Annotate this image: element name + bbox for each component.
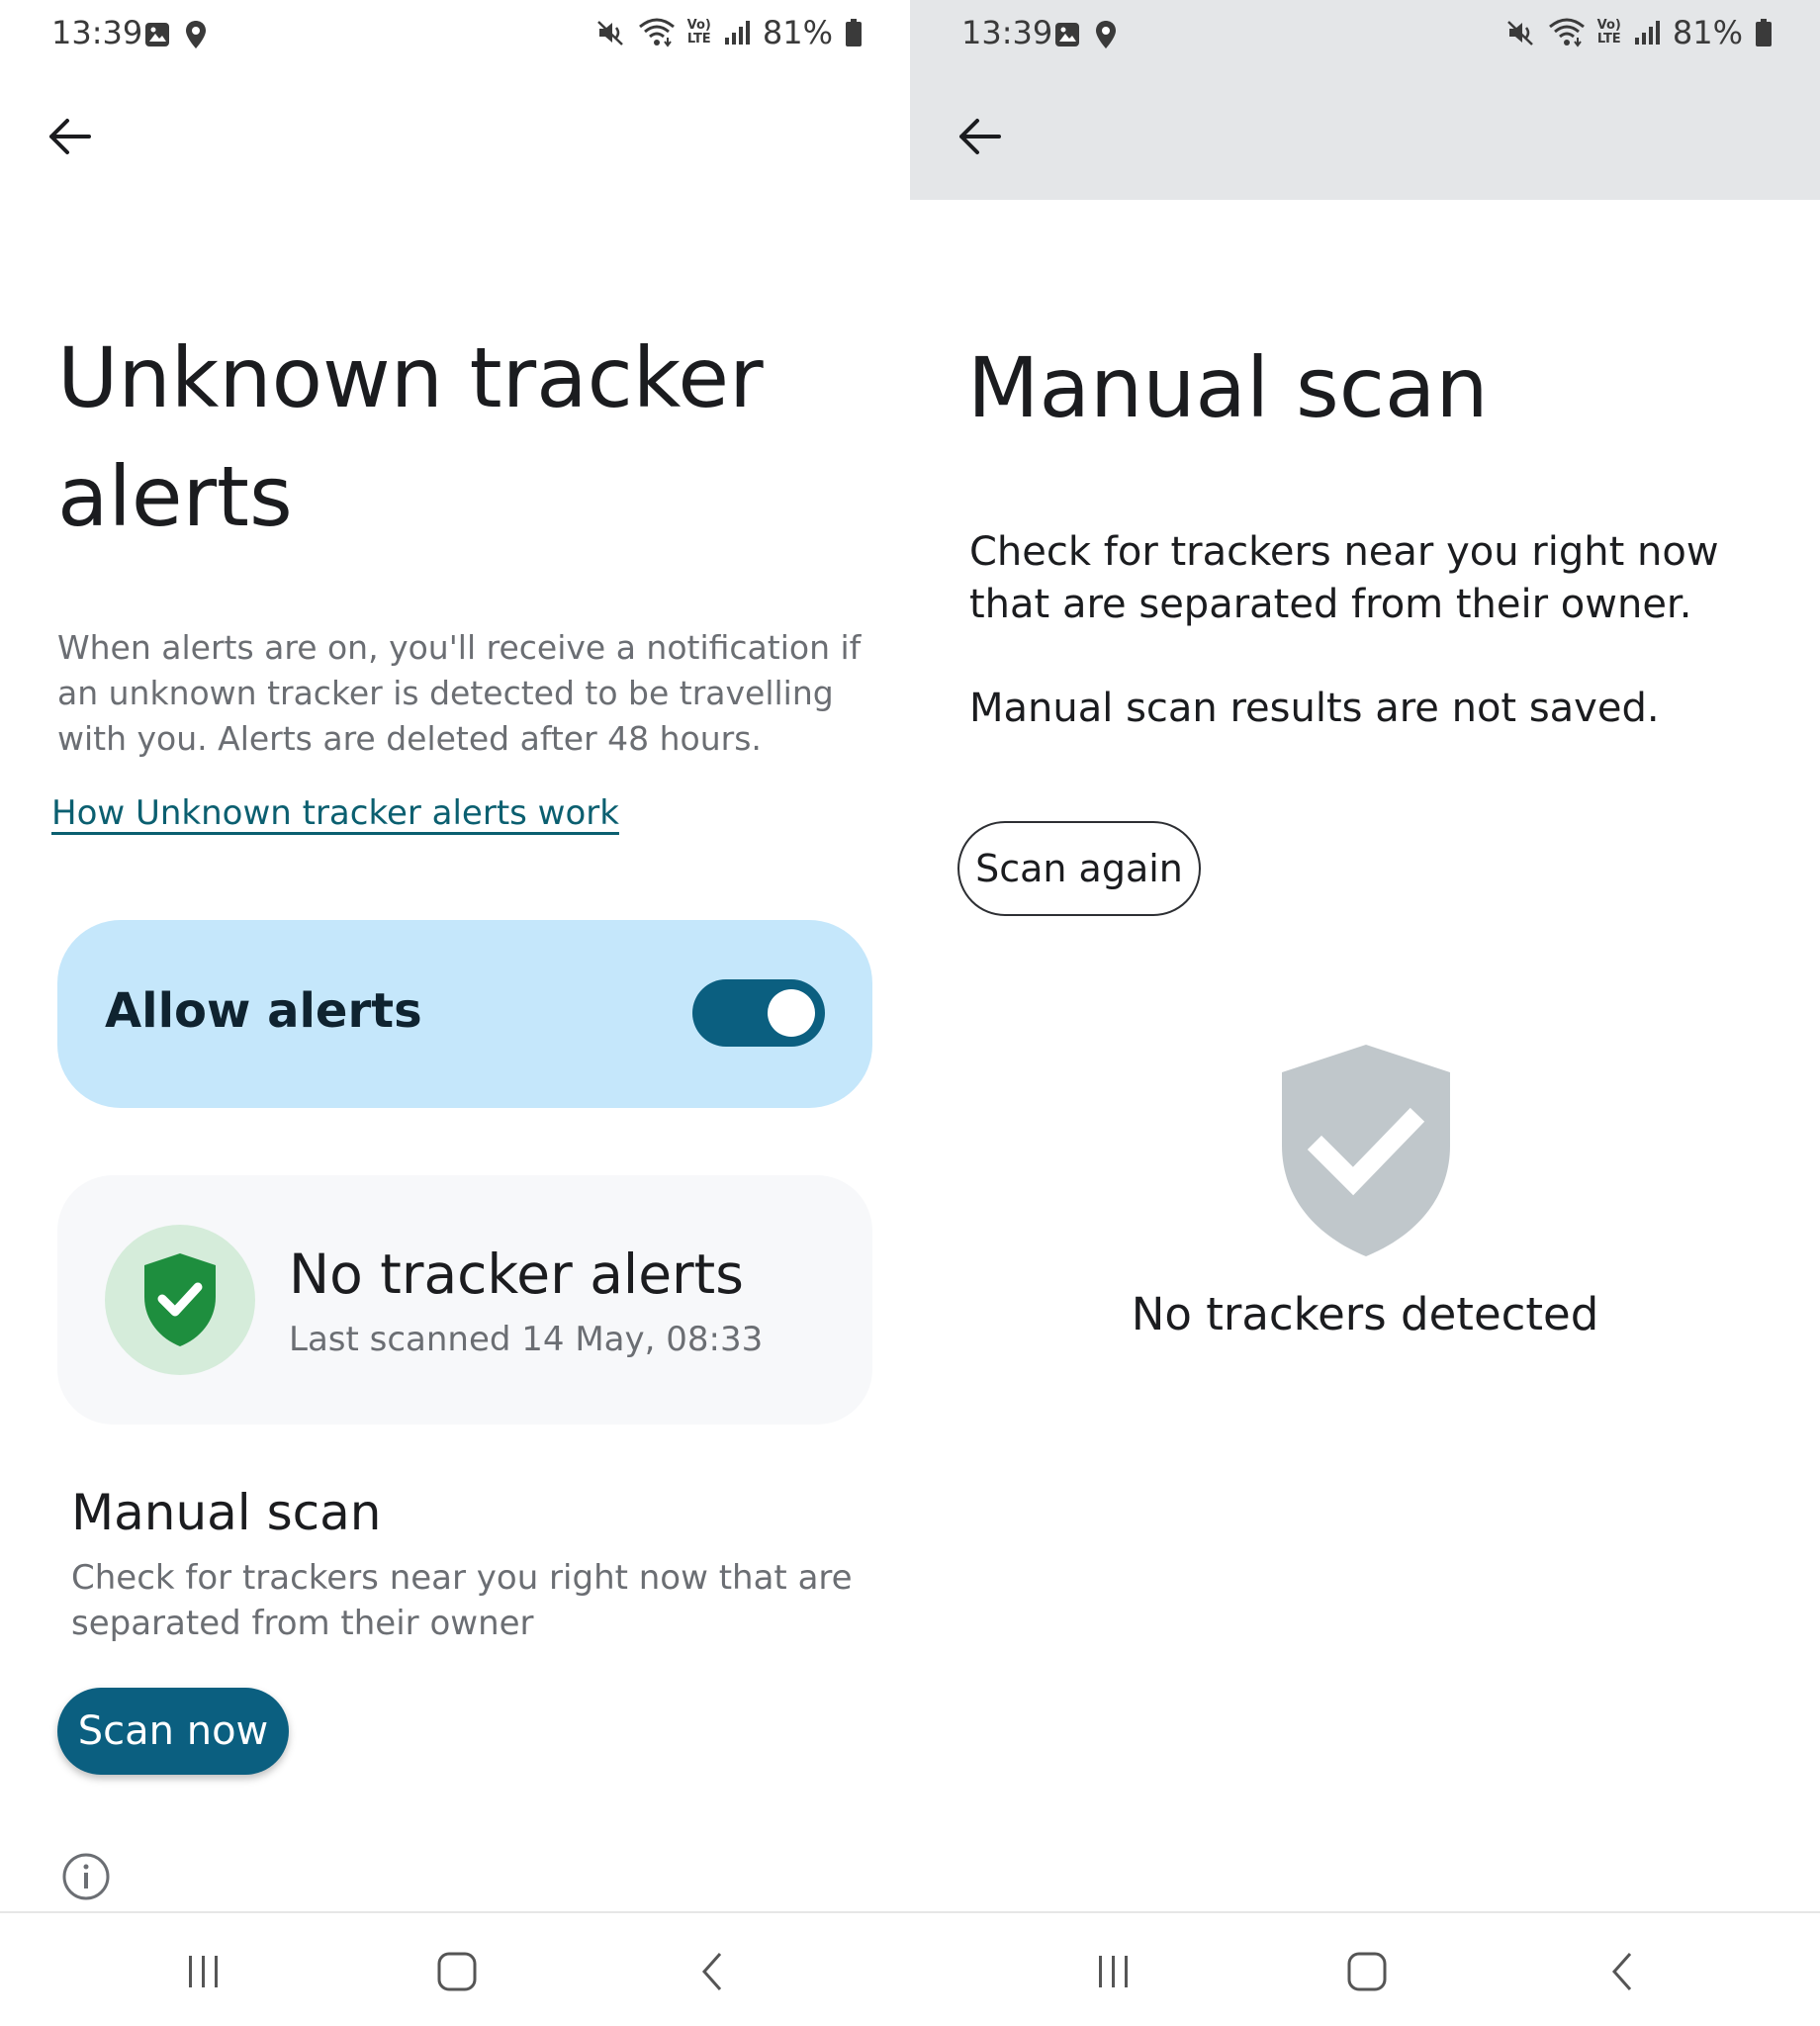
shield-check-icon xyxy=(1282,1045,1450,1256)
gallery-icon xyxy=(144,22,170,47)
allow-alerts-label: Allow alerts xyxy=(105,983,422,1039)
screens-container: 13:39 Vo) LTE 81% Unknown tracker alerts… xyxy=(0,0,1820,2026)
location-icon xyxy=(184,20,208,49)
back-button[interactable] xyxy=(42,109,97,164)
right-screen: 13:39 Vo) LTE 81% Manual scan Check for … xyxy=(910,0,1820,2026)
scan-now-button[interactable]: Scan now xyxy=(57,1688,289,1775)
page-title: Unknown tracker alerts xyxy=(57,329,764,545)
battery-icon xyxy=(845,18,863,47)
status-time: 13:39 xyxy=(51,14,143,51)
nav-back-button[interactable] xyxy=(682,1947,742,1996)
home-icon xyxy=(437,1952,477,1991)
status-bar: 13:39 Vo) LTE 81% xyxy=(0,0,910,69)
shield-check-icon xyxy=(144,1253,216,1346)
nav-back-button[interactable] xyxy=(1592,1947,1652,1996)
toggle-knob xyxy=(768,989,815,1037)
manual-scan-description: Check for trackers near you right now th… xyxy=(71,1558,853,1643)
gallery-icon xyxy=(1054,22,1080,47)
battery-percent: 81% xyxy=(1672,14,1743,51)
system-nav-bar xyxy=(910,1911,1820,2026)
manual-scan-heading: Manual scan xyxy=(71,1484,382,1541)
recents-icon xyxy=(1099,1956,1128,1987)
allow-alerts-card[interactable]: Allow alerts xyxy=(57,920,872,1108)
scan-note: Manual scan results are not saved. xyxy=(969,686,1660,731)
last-scanned-text: Last scanned 14 May, 08:33 xyxy=(289,1320,764,1359)
volte-icon: Vo) LTE xyxy=(686,18,711,46)
status-title: No tracker alerts xyxy=(289,1243,744,1306)
location-icon xyxy=(1094,20,1118,49)
page-title: Manual scan xyxy=(967,339,1489,436)
home-icon xyxy=(1347,1952,1387,1991)
system-nav-bar xyxy=(0,1911,910,2026)
info-icon xyxy=(62,1853,110,1900)
scan-again-button[interactable]: Scan again xyxy=(957,821,1201,916)
tracker-status-card: No tracker alerts Last scanned 14 May, 0… xyxy=(57,1175,872,1425)
home-button[interactable] xyxy=(427,1947,487,1996)
status-bar: 13:39 Vo) LTE 81% xyxy=(910,0,1820,69)
battery-icon xyxy=(1755,18,1773,47)
wifi-icon xyxy=(1548,18,1586,47)
battery-percent: 81% xyxy=(762,14,833,51)
signal-icon xyxy=(1633,20,1661,46)
allow-alerts-toggle[interactable] xyxy=(692,979,825,1047)
mute-icon xyxy=(1506,18,1536,47)
arrow-back-icon xyxy=(49,119,91,154)
status-time: 13:39 xyxy=(961,14,1053,51)
shield-badge xyxy=(105,1225,255,1375)
home-button[interactable] xyxy=(1337,1947,1397,1996)
volte-icon: Vo) LTE xyxy=(1596,18,1621,46)
help-link[interactable]: How Unknown tracker alerts work xyxy=(51,793,619,833)
back-button[interactable] xyxy=(952,109,1007,164)
page-description: When alerts are on, you'll receive a not… xyxy=(57,628,862,758)
scan-description: Check for trackers near you right now th… xyxy=(969,529,1719,627)
recents-button[interactable] xyxy=(1084,1947,1143,1996)
arrow-back-icon xyxy=(959,119,1001,154)
recents-icon xyxy=(189,1956,218,1987)
back-icon xyxy=(1611,1953,1632,1990)
scan-result-text: No trackers detected xyxy=(1131,1288,1599,1340)
mute-icon xyxy=(596,18,626,47)
signal-icon xyxy=(723,20,751,46)
left-screen: 13:39 Vo) LTE 81% Unknown tracker alerts… xyxy=(0,0,910,2026)
wifi-icon xyxy=(638,18,676,47)
back-icon xyxy=(701,1953,722,1990)
info-button[interactable] xyxy=(61,1852,111,1901)
recents-button[interactable] xyxy=(174,1947,233,1996)
